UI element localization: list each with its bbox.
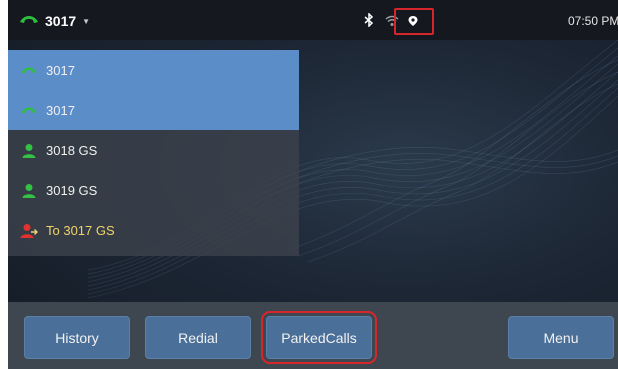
call-list-item[interactable]: 3019 GS xyxy=(8,170,299,210)
call-list-item[interactable]: 3018 GS xyxy=(8,130,299,170)
account-label: 3017 xyxy=(45,13,77,29)
dropdown-caret-icon: ▼ xyxy=(82,16,91,26)
phone-handset-icon xyxy=(20,62,38,78)
phone-handset-icon xyxy=(20,102,38,118)
parked-calls-button[interactable]: ParkedCalls xyxy=(261,311,377,364)
call-label: To 3017 GS xyxy=(46,222,115,238)
list-filler xyxy=(8,250,299,256)
menu-button[interactable]: Menu xyxy=(508,316,614,359)
phone-handset-icon xyxy=(18,12,40,30)
clock-time: 07:50 PM xyxy=(568,14,618,28)
location-pin-icon xyxy=(407,14,419,32)
history-button[interactable]: History xyxy=(24,316,130,359)
call-label: 3017 xyxy=(46,102,75,118)
call-list-item[interactable]: 3017 xyxy=(8,50,299,90)
call-list-item[interactable]: 3017 xyxy=(8,90,299,130)
status-bar: 3017 ▼ 07:50 PM xyxy=(8,0,618,40)
call-label: 3019 GS xyxy=(46,182,98,198)
contact-icon xyxy=(20,182,38,198)
transfer-contact-icon xyxy=(20,222,38,238)
call-label: 3017 xyxy=(46,62,75,78)
phone-screen: 3017 ▼ 07:50 PM 3017 3017 3018 GS 3019 G… xyxy=(8,0,618,369)
call-list: 3017 3017 3018 GS 3019 GS To 3017 GS xyxy=(8,50,299,256)
call-list-item[interactable]: To 3017 GS xyxy=(8,210,299,250)
bluetooth-icon xyxy=(364,12,374,32)
softkey-bar: History Redial ParkedCalls Menu xyxy=(8,302,618,369)
redial-button[interactable]: Redial xyxy=(145,316,251,359)
call-label: 3018 GS xyxy=(46,142,98,158)
account-selector[interactable]: 3017 ▼ xyxy=(18,12,90,30)
contact-icon xyxy=(20,142,38,158)
